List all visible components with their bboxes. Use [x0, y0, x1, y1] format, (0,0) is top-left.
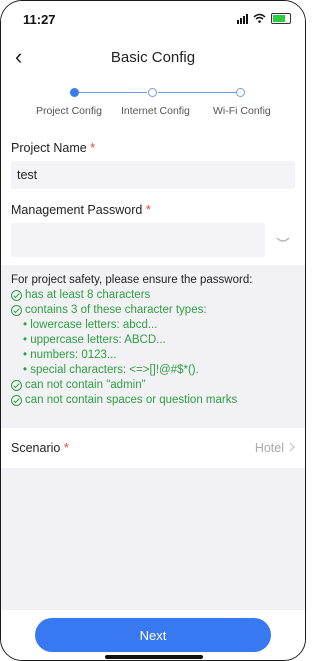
next-button[interactable]: Next	[35, 618, 271, 652]
step-dot-active	[70, 88, 79, 97]
status-time: 11:27	[23, 12, 56, 27]
char-type-item: special characters: <=>[]!@#$*().	[11, 363, 295, 378]
chevron-right-icon	[289, 441, 295, 455]
wifi-icon	[253, 11, 266, 26]
status-bar: 11:27	[1, 1, 305, 35]
nav-bar: ‹ Basic Config	[1, 35, 305, 79]
project-name-label: Project Name *	[1, 129, 305, 161]
char-type-item: numbers: 0123...	[11, 348, 295, 363]
eye-closed-icon[interactable]	[271, 223, 295, 257]
required-mark: *	[145, 203, 151, 217]
scenario-row[interactable]: Scenario * Hotel	[1, 428, 305, 468]
step-dot	[236, 88, 245, 97]
battery-icon	[271, 13, 291, 24]
page-title: Basic Config	[110, 48, 196, 66]
password-label-text: Management Password	[11, 203, 143, 217]
step-indicator: Project Config Internet Config Wi-Fi Con…	[1, 79, 305, 129]
password-label: Management Password *	[1, 189, 305, 223]
check-circle-icon	[11, 290, 22, 301]
rules-intro: For project safety, please ensure the pa…	[11, 274, 253, 286]
scenario-value-text: Hotel	[254, 441, 284, 455]
char-type-item: uppercase letters: ABCD...	[11, 333, 295, 348]
scenario-label: Scenario *	[11, 441, 69, 455]
rule-item: can not contain spaces or question marks	[11, 393, 295, 408]
rule-text: contains 3 of these character types:	[25, 304, 207, 316]
back-icon[interactable]: ‹	[15, 44, 22, 70]
step-label: Wi-Fi Config	[213, 105, 271, 117]
rule-item: can not contain "admin"	[11, 378, 295, 393]
rule-item: contains 3 of these character types:	[11, 303, 295, 318]
password-rules: For project safety, please ensure the pa…	[1, 265, 305, 422]
step-connector	[158, 92, 236, 93]
check-circle-icon	[11, 305, 22, 316]
project-name-input[interactable]: test	[11, 161, 295, 189]
signal-icon	[237, 13, 248, 24]
bottom-bar: Next	[1, 610, 305, 660]
home-indicator	[105, 655, 203, 659]
form-section: Project Name * test Management Password …	[1, 129, 305, 265]
char-type-item: lowercase letters: abcd...	[11, 318, 295, 333]
check-circle-icon	[11, 395, 22, 406]
scenario-value: Hotel	[255, 441, 295, 455]
scenario-label-text: Scenario	[11, 441, 61, 455]
rule-text: can not contain "admin"	[25, 379, 146, 391]
rule-text: has at least 8 characters	[25, 289, 151, 301]
phone-frame: 11:27 ‹ Basic Config Project Config Inte…	[0, 0, 306, 661]
project-name-label-text: Project Name	[11, 141, 87, 155]
rule-text: can not contain spaces or question marks	[25, 394, 238, 406]
step-dot	[148, 88, 157, 97]
password-input[interactable]	[11, 223, 265, 257]
required-mark: *	[90, 141, 96, 155]
required-mark: *	[63, 441, 69, 455]
status-icons	[237, 11, 291, 26]
step-label: Internet Config	[121, 105, 190, 117]
rule-item: has at least 8 characters	[11, 288, 295, 303]
password-row	[11, 223, 295, 257]
check-circle-icon	[11, 380, 22, 391]
step-label: Project Config	[36, 105, 102, 117]
step-connector	[79, 92, 147, 93]
